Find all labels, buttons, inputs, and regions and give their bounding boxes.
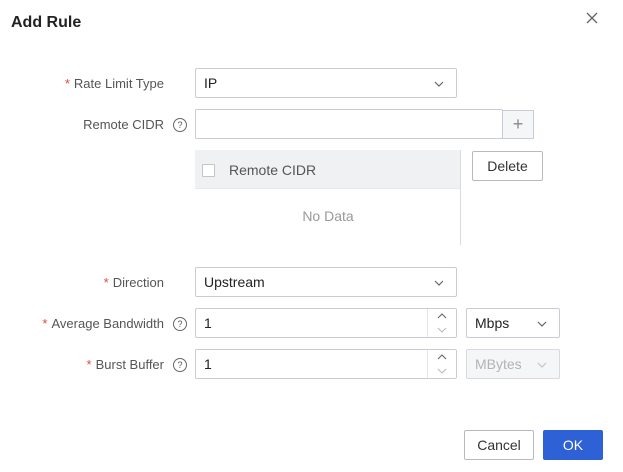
number-stepper[interactable] bbox=[427, 309, 456, 337]
burst-unit-value: MBytes bbox=[475, 356, 522, 372]
bandwidth-unit-select[interactable]: Mbps bbox=[466, 308, 560, 338]
chevron-up-icon[interactable] bbox=[437, 313, 447, 319]
delete-button[interactable]: Delete bbox=[472, 151, 543, 181]
chevron-up-icon[interactable] bbox=[437, 354, 447, 360]
help-icon[interactable]: ? bbox=[173, 118, 187, 132]
direction-select[interactable]: Upstream bbox=[195, 267, 457, 297]
burst-buffer-input[interactable]: 1 bbox=[195, 349, 457, 379]
cidr-table: Remote CIDR No Data bbox=[195, 150, 461, 245]
add-cidr-button[interactable]: + bbox=[502, 110, 534, 139]
chevron-down-icon bbox=[537, 321, 547, 327]
average-bandwidth-value: 1 bbox=[204, 315, 212, 331]
burst-buffer-value: 1 bbox=[204, 356, 212, 372]
burst-unit-select: MBytes bbox=[466, 349, 560, 379]
number-stepper[interactable] bbox=[427, 350, 456, 378]
chevron-down-icon bbox=[434, 81, 444, 87]
help-icon[interactable]: ? bbox=[173, 358, 187, 372]
remote-cidr-label: Remote CIDR bbox=[83, 117, 164, 132]
chevron-down-icon bbox=[434, 280, 444, 286]
remote-cidr-input[interactable] bbox=[195, 109, 503, 139]
divider bbox=[460, 150, 461, 245]
rate-limit-type-label: * Rate Limit Type bbox=[64, 76, 164, 91]
chevron-down-icon bbox=[537, 362, 547, 368]
dialog-title: Add Rule bbox=[11, 14, 82, 31]
close-icon[interactable] bbox=[584, 10, 600, 26]
direction-label: * Direction bbox=[103, 275, 164, 290]
select-all-checkbox[interactable] bbox=[202, 164, 215, 177]
column-header-remote-cidr: Remote CIDR bbox=[229, 162, 317, 178]
chevron-down-icon[interactable] bbox=[437, 327, 447, 333]
help-icon[interactable]: ? bbox=[173, 317, 187, 331]
table-header: Remote CIDR bbox=[195, 150, 461, 189]
ok-button[interactable]: OK bbox=[543, 430, 603, 460]
bandwidth-unit-value: Mbps bbox=[475, 315, 510, 331]
rate-limit-type-select[interactable]: IP bbox=[195, 68, 457, 98]
remote-cidr-text[interactable] bbox=[204, 116, 449, 132]
chevron-down-icon[interactable] bbox=[437, 368, 447, 374]
average-bandwidth-label: * Average Bandwidth bbox=[42, 316, 164, 331]
add-rule-dialog: Add Rule * Rate Limit Type IP Remote CIDR… bbox=[0, 0, 623, 472]
average-bandwidth-input[interactable]: 1 bbox=[195, 308, 457, 338]
burst-buffer-label: * Burst Buffer bbox=[86, 357, 164, 372]
cancel-button[interactable]: Cancel bbox=[464, 430, 534, 460]
direction-value: Upstream bbox=[204, 274, 265, 290]
empty-state: No Data bbox=[302, 208, 354, 224]
rate-limit-type-value: IP bbox=[204, 75, 218, 91]
